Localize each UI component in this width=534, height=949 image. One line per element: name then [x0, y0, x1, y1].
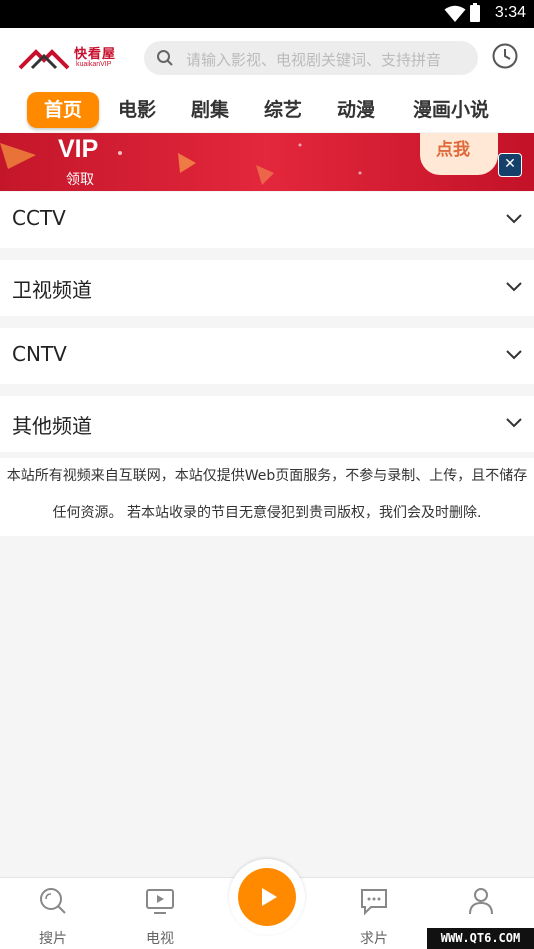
watermark: WWW.QT6.COM	[427, 928, 534, 949]
nav-tv-label: 电视	[146, 931, 174, 947]
tv-icon	[146, 889, 174, 914]
nav-request-label: 求片	[360, 931, 388, 947]
close-icon[interactable]: ✕	[498, 153, 522, 177]
status-time: 3:34	[494, 4, 526, 21]
vip-banner[interactable]: VIP 领取 点我	[0, 133, 534, 191]
chevron-down-icon	[506, 214, 522, 224]
channel-group-label: CNTV	[12, 342, 67, 366]
channel-group-cctv[interactable]: CCTV	[0, 192, 534, 248]
chevron-down-icon	[506, 282, 522, 292]
nav-request[interactable]: 求片	[339, 878, 409, 949]
channel-group-satellite[interactable]: 卫视频道	[0, 260, 534, 316]
disclaimer-text: 本站所有视频来自互联网，本站仅提供Web页面服务，不参与录制、上传，且不储存任何…	[6, 468, 528, 521]
tab-series[interactable]: 剧集	[183, 92, 237, 128]
nav-search-label: 搜片	[39, 931, 67, 947]
status-bar: 3:34	[0, 0, 534, 28]
nav-search[interactable]: 搜片	[18, 878, 88, 949]
battery-icon	[470, 3, 480, 22]
logo-subtext: kuaikanVIP	[76, 61, 112, 68]
banner-vip-text: VIP	[58, 135, 99, 163]
banner-cta-label: 点我	[436, 140, 470, 160]
tab-home[interactable]: 首页	[27, 92, 99, 128]
tab-movies[interactable]: 电影	[110, 92, 164, 128]
category-tabs: 首页 电影 剧集 综艺 动漫 漫画小说	[0, 88, 534, 132]
banner-cta-button[interactable]: 点我	[420, 133, 498, 175]
tab-anime[interactable]: 动漫	[329, 92, 383, 128]
nav-tv[interactable]: 电视	[125, 878, 195, 949]
wifi-icon	[444, 5, 466, 22]
user-icon	[469, 888, 493, 915]
channel-group-other[interactable]: 其他频道	[0, 396, 534, 452]
search-icon	[157, 50, 173, 66]
disclaimer: 本站所有视频来自互联网，本站仅提供Web页面服务，不参与录制、上传，且不储存任何…	[0, 458, 534, 536]
search-input[interactable]: 请输入影视、电视剧关键词、支持拼音	[186, 49, 441, 70]
channel-group-label: 其他频道	[12, 414, 92, 438]
channel-group-label: 卫视频道	[12, 278, 92, 302]
chevron-down-icon	[506, 418, 522, 428]
message-icon	[361, 889, 387, 916]
channel-group-label: CCTV	[12, 206, 66, 230]
tab-variety[interactable]: 综艺	[256, 92, 310, 128]
play-button[interactable]	[229, 859, 305, 935]
banner-claim-text: 领取	[66, 172, 94, 188]
chevron-down-icon	[506, 350, 522, 360]
clock-icon[interactable]	[491, 42, 519, 70]
logo-text: 快看屋	[74, 47, 117, 62]
app-logo[interactable]: 快看屋 kuaikanVIP	[18, 42, 130, 74]
app-header: 快看屋 kuaikanVIP 请输入影视、电视剧关键词、支持拼音	[0, 28, 534, 88]
search-bar[interactable]: 请输入影视、电视剧关键词、支持拼音	[144, 41, 478, 75]
tab-comics-novels[interactable]: 漫画小说	[404, 92, 498, 128]
search-icon	[40, 888, 66, 914]
channel-group-cntv[interactable]: CNTV	[0, 328, 534, 384]
logo-mark-icon	[18, 49, 70, 70]
play-icon	[238, 868, 296, 926]
